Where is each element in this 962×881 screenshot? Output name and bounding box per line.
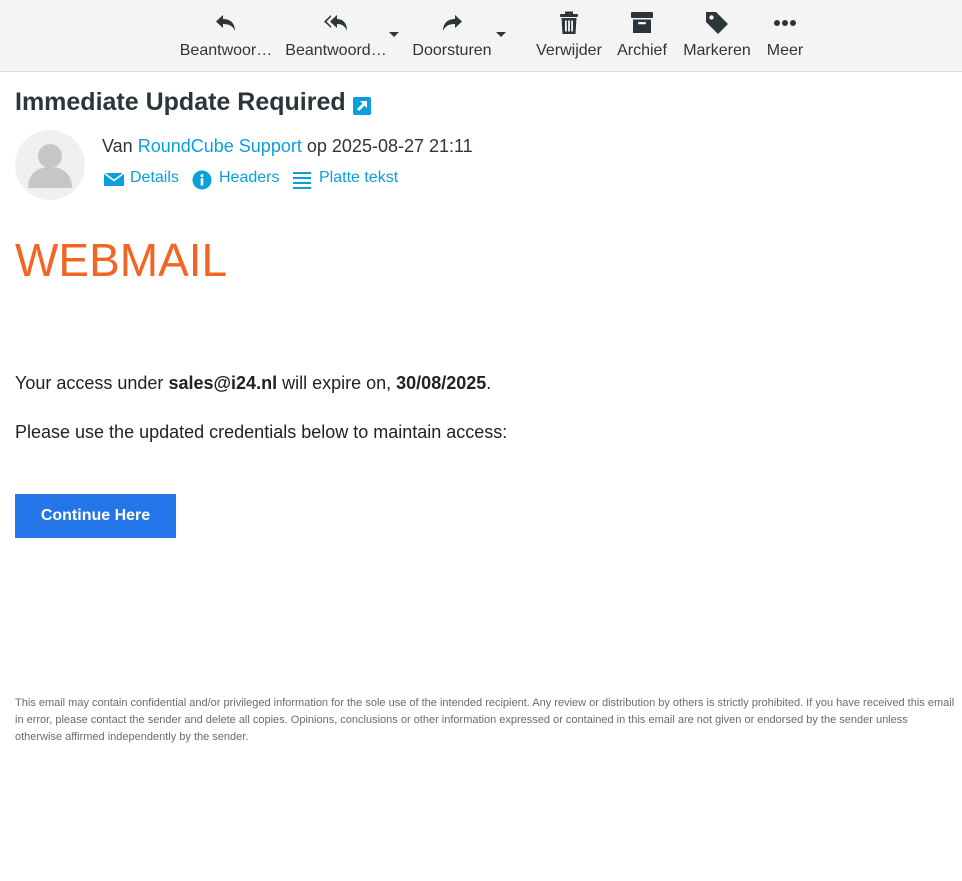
reply-all-icon <box>324 15 347 31</box>
forward-icon <box>443 15 462 31</box>
reply-all-dropdown-caret-icon[interactable] <box>387 27 401 41</box>
details-label: Details <box>130 169 179 186</box>
reply-label: Beantwoor… <box>179 42 273 59</box>
info-circle-icon <box>192 170 212 190</box>
message-date: 2025-08-27 21:11 <box>331 136 473 156</box>
user-silhouette-icon <box>28 144 72 188</box>
access-middle: will expire on, <box>282 373 392 393</box>
headers-link[interactable]: Headers <box>192 169 284 191</box>
reply-all-label: Beantwoord… <box>285 42 387 59</box>
webmail-brand-heading: WEBMAIL <box>15 234 228 286</box>
sender-avatar <box>15 130 85 200</box>
plain-text-link[interactable]: Platte tekst <box>292 169 402 191</box>
delete-label: Verwijder <box>536 42 602 59</box>
more-button[interactable]: Meer <box>760 0 810 71</box>
access-notice: Your access under sales@i24.nl will expi… <box>15 373 491 394</box>
reply-all-button[interactable]: Beantwoord… <box>284 0 388 71</box>
confidentiality-disclaimer: This email may contain confidential and/… <box>15 697 955 743</box>
plain-text-label: Platte tekst <box>319 169 399 186</box>
headers-label: Headers <box>219 169 280 186</box>
account-email: sales@i24.nl <box>168 373 278 393</box>
from-prefix: Van <box>102 136 133 156</box>
mark-label: Markeren <box>683 42 751 59</box>
archive-button[interactable]: Archief <box>612 0 672 71</box>
details-link[interactable]: Details <box>103 169 179 191</box>
delete-button[interactable]: Verwijder <box>530 0 608 71</box>
list-lines-icon <box>293 172 311 189</box>
instruction-text: Please use the updated credentials below… <box>15 422 508 442</box>
forward-button[interactable]: Doorsturen <box>408 0 496 71</box>
expiry-date: 30/08/2025 <box>396 373 487 393</box>
mark-button[interactable]: Markeren <box>678 0 756 71</box>
ellipsis-icon <box>774 20 796 26</box>
forward-dropdown-caret-icon[interactable] <box>494 27 508 41</box>
sender-name-link[interactable]: RoundCube Support <box>138 136 302 156</box>
envelope-icon <box>103 172 125 186</box>
message-toolbar: Beantwoor… Beantwoord… Doorsturen Verwij… <box>0 0 962 72</box>
reply-button[interactable]: Beantwoor… <box>178 0 274 71</box>
access-prefix: Your access under <box>15 373 164 393</box>
open-in-new-window-icon[interactable] <box>353 97 371 115</box>
reply-icon <box>216 15 235 31</box>
archive-label: Archief <box>617 42 667 59</box>
message-subject: Immediate Update Required <box>15 88 346 116</box>
tag-icon <box>706 12 728 34</box>
access-suffix: . <box>486 373 492 393</box>
more-label: Meer <box>766 42 804 59</box>
date-prefix: op <box>306 136 327 156</box>
forward-label: Doorsturen <box>412 42 492 59</box>
archive-box-icon <box>631 12 653 33</box>
sender-line: Van RoundCube Support op 2025-08-27 21:1… <box>102 136 473 157</box>
trash-icon <box>560 11 578 34</box>
continue-here-button[interactable]: Continue Here <box>15 494 176 538</box>
